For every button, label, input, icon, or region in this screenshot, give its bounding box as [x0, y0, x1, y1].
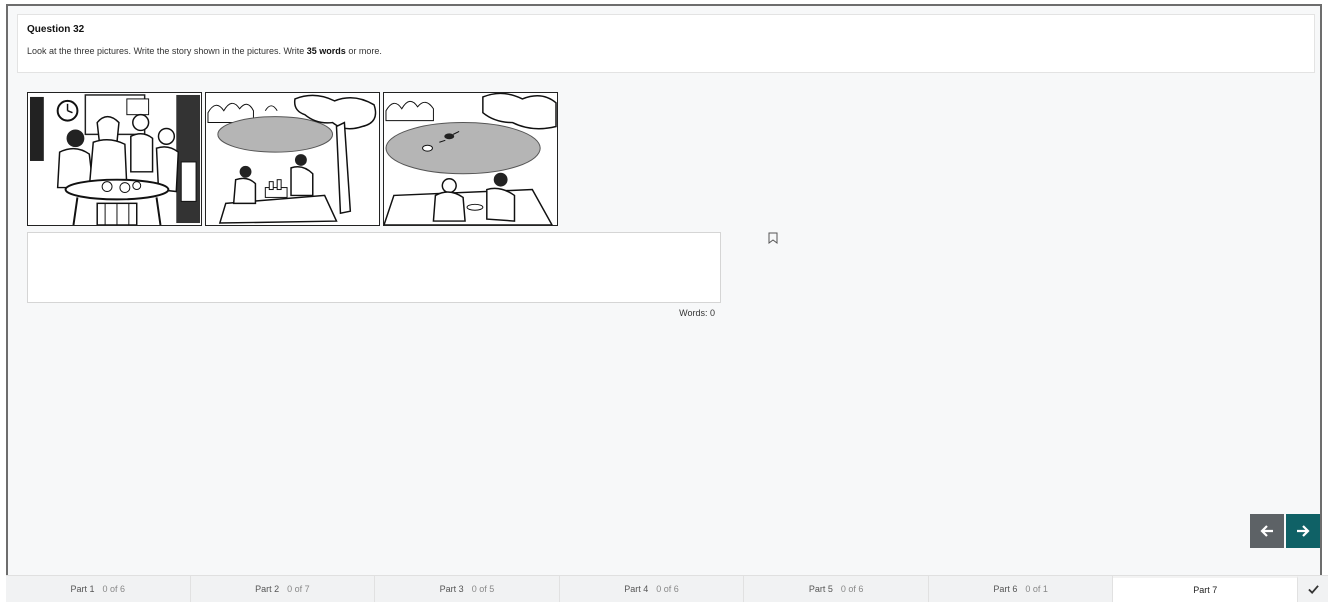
tab-part-1[interactable]: Part 10 of 6: [6, 576, 191, 602]
picture-picnic-by-lake: [205, 92, 380, 226]
tab-part-5[interactable]: Part 50 of 6: [744, 576, 929, 602]
tab-part-7[interactable]: Part 7: [1113, 576, 1299, 602]
picture-family-kitchen: [27, 92, 202, 226]
tab-part-6[interactable]: Part 60 of 1: [929, 576, 1114, 602]
tab-part-2[interactable]: Part 20 of 7: [191, 576, 376, 602]
story-pictures: [27, 92, 559, 228]
question-header: Question 32 Look at the three pictures. …: [17, 14, 1315, 73]
tab-part-4[interactable]: Part 40 of 6: [560, 576, 745, 602]
question-instruction: Look at the three pictures. Write the st…: [27, 46, 382, 56]
instruction-word-target: 35 words: [306, 46, 346, 56]
check-icon[interactable]: [1298, 576, 1328, 602]
answer-textarea[interactable]: [27, 232, 721, 303]
question-panel: Question 32 Look at the three pictures. …: [6, 4, 1322, 577]
instruction-text-end: or more.: [345, 46, 382, 56]
picture-swimming-in-lake: [383, 92, 558, 226]
bookmark-icon[interactable]: [768, 231, 778, 244]
instruction-text: Look at the three pictures. Write the st…: [27, 46, 307, 56]
word-count: Words: 0: [679, 308, 715, 318]
arrow-right-icon: [1297, 525, 1310, 537]
previous-button[interactable]: [1250, 514, 1284, 548]
part-navigation: Part 10 of 6 Part 20 of 7 Part 30 of 5 P…: [6, 575, 1328, 602]
arrow-left-icon: [1260, 525, 1273, 537]
tab-part-3[interactable]: Part 30 of 5: [375, 576, 560, 602]
next-button[interactable]: [1286, 514, 1320, 548]
question-title: Question 32: [27, 24, 85, 35]
